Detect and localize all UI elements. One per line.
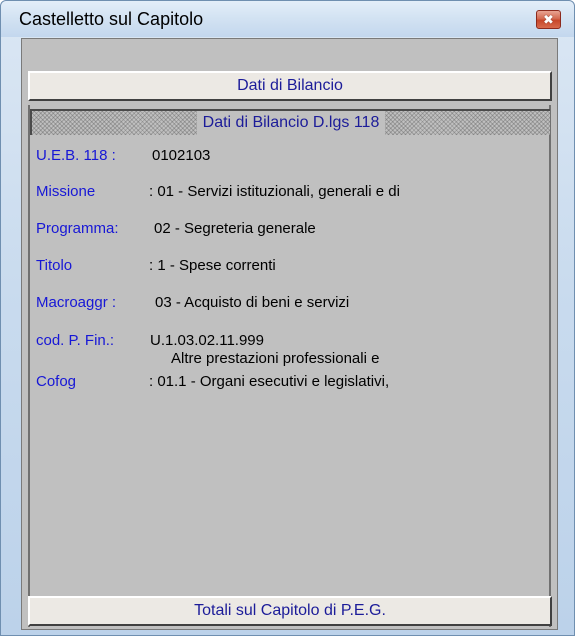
totali-capitolo-peg-button[interactable]: Totali sul Capitolo di P.E.G. bbox=[28, 596, 552, 626]
close-button[interactable]: ✖ bbox=[536, 10, 561, 29]
castelletto-window: Castelletto sul Capitolo ✖ Dati di Bilan… bbox=[0, 0, 575, 636]
section-header-label: Dati di Bilancio D.lgs 118 bbox=[196, 111, 386, 135]
cod-p-fin-description: Altre prestazioni professionali e bbox=[171, 350, 380, 367]
programma-label: Programma: bbox=[36, 220, 119, 237]
window-titlebar[interactable]: Castelletto sul Capitolo ✖ bbox=[1, 1, 574, 37]
cofog-value: : 01.1 - Organi esecutivi e legislativi, bbox=[149, 373, 390, 390]
window-bottom-edge bbox=[1, 629, 574, 635]
cod-p-fin-label: cod. P. Fin.: bbox=[36, 332, 115, 349]
window-title: Castelletto sul Capitolo bbox=[19, 9, 204, 29]
programma-value: 02 - Segreteria generale bbox=[154, 220, 316, 237]
close-icon: ✖ bbox=[543, 12, 554, 27]
section-header-d-lgs-118: Dati di Bilancio D.lgs 118 bbox=[30, 109, 550, 135]
ueb-value: 0102103 bbox=[152, 147, 211, 164]
dati-di-bilancio-button[interactable]: Dati di Bilancio bbox=[28, 71, 552, 101]
macroaggr-label: Macroaggr : bbox=[36, 294, 117, 311]
missione-label: Missione bbox=[36, 183, 96, 200]
macroaggr-value: 03 - Acquisto di beni e servizi bbox=[155, 294, 350, 311]
titolo-label: Titolo bbox=[36, 257, 73, 274]
client-area: Dati di Bilancio Dati di Bilancio D.lgs … bbox=[21, 38, 558, 630]
cofog-label: Cofog bbox=[36, 373, 77, 390]
cod-p-fin-value: U.1.03.02.11.999 bbox=[150, 332, 264, 349]
titolo-value: : 1 - Spese correnti bbox=[149, 257, 276, 274]
missione-value: : 01 - Servizi istituzionali, generali e… bbox=[149, 183, 400, 200]
ueb-label: U.E.B. 118 : bbox=[36, 147, 116, 164]
